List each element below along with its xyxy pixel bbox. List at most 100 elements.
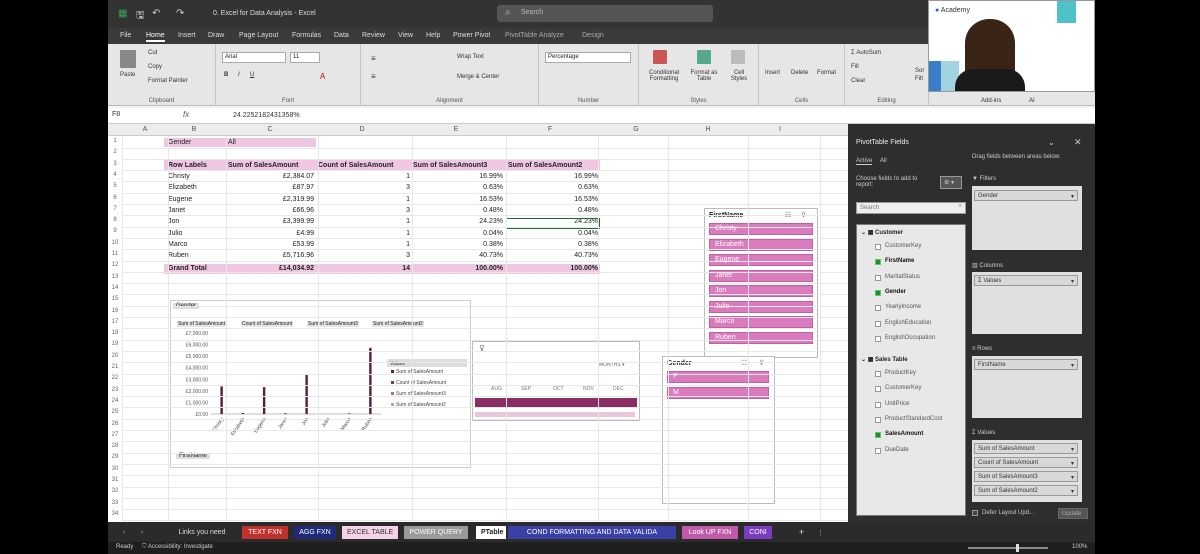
slicer-item[interactable]: Ruben bbox=[709, 331, 813, 344]
pivot-cell[interactable]: 0.63% bbox=[413, 184, 503, 191]
layout-gear-icon[interactable]: ⚙ ▾ bbox=[940, 176, 962, 189]
tab-home[interactable]: Home bbox=[146, 32, 165, 42]
redo-icon[interactable]: ↷ bbox=[176, 8, 184, 19]
field-name[interactable]: FirstName bbox=[885, 258, 914, 264]
row-header[interactable]: 25 bbox=[108, 409, 122, 415]
field-name[interactable]: CustomerKey bbox=[885, 243, 921, 249]
field-name[interactable]: ProductKey bbox=[885, 370, 916, 376]
row-header[interactable]: 6 bbox=[108, 195, 122, 201]
filters-field-gender[interactable]: Gender ▾ bbox=[974, 190, 1078, 201]
row-header[interactable]: 17 bbox=[108, 319, 122, 325]
column-header-b[interactable]: B bbox=[184, 126, 204, 133]
clear-button[interactable]: Clear bbox=[851, 78, 865, 84]
values-field[interactable]: Sum of SalesAmount2 ▾ bbox=[974, 485, 1078, 496]
row-header[interactable]: 8 bbox=[108, 217, 122, 223]
pivot-cell[interactable]: £87.97 bbox=[228, 184, 314, 191]
tab-pivottable-analyze[interactable]: PivotTable Analyze bbox=[505, 32, 564, 39]
pivot-row-label[interactable]: Eugene bbox=[168, 196, 192, 203]
pivot-cell[interactable]: £2,319.99 bbox=[228, 196, 314, 203]
tab-design[interactable]: Design bbox=[582, 32, 604, 39]
sheet-menu-icon[interactable]: ⋮ bbox=[812, 526, 829, 539]
field-name[interactable]: ProductStandardCost bbox=[885, 416, 942, 422]
font-color-icon[interactable]: A bbox=[320, 72, 325, 81]
tab-data[interactable]: Data bbox=[334, 32, 349, 39]
row-header[interactable]: 32 bbox=[108, 488, 122, 494]
pivot-cell[interactable]: 0.48% bbox=[508, 207, 598, 214]
italic-icon[interactable]: I bbox=[238, 72, 240, 78]
row-header[interactable]: 14 bbox=[108, 285, 122, 291]
zoom-level[interactable]: 100% bbox=[1072, 544, 1087, 550]
worksheet-grid[interactable]: 1 2 3 4 5 6 7 8 9 10 11 12 13 14 15 16 17 18 19 20 21 22 23 24 2… bbox=[108, 136, 848, 522]
field-search-input[interactable]: Search ⌕ bbox=[856, 202, 966, 214]
timeline-slicer[interactable]: ⊽ MONTHS ▾ AUG SEP OCT NOV DEC bbox=[472, 341, 640, 421]
row-header[interactable]: 7 bbox=[108, 206, 122, 212]
pivot-cell[interactable]: 1 bbox=[318, 230, 410, 237]
pivot-cell[interactable]: 1 bbox=[318, 241, 410, 248]
slicer-item[interactable]: Christy bbox=[709, 223, 813, 235]
field-checkbox[interactable] bbox=[875, 335, 881, 342]
field-checkbox[interactable] bbox=[875, 386, 881, 393]
pivot-cell[interactable]: 24.23% bbox=[413, 218, 503, 225]
row-header[interactable]: 30 bbox=[108, 466, 122, 472]
row-header[interactable]: 19 bbox=[108, 341, 122, 347]
underline-icon[interactable]: U bbox=[250, 72, 254, 78]
search-input[interactable]: ⌕ Search bbox=[497, 5, 713, 22]
add-sheet-icon[interactable]: + bbox=[794, 526, 809, 539]
autosum-button[interactable]: Σ AutoSum bbox=[851, 50, 881, 56]
field-checkbox[interactable] bbox=[875, 259, 881, 266]
rows-area[interactable]: FirstName ▾ bbox=[972, 356, 1082, 418]
pivot-cell[interactable]: £4.99 bbox=[228, 230, 314, 237]
pivot-header-row-labels[interactable]: Row Labels bbox=[168, 162, 207, 169]
row-header[interactable]: 16 bbox=[108, 308, 122, 314]
field-checkbox[interactable] bbox=[875, 305, 881, 312]
row-header[interactable]: 23 bbox=[108, 387, 122, 393]
pivot-cell[interactable]: £2,384.07 bbox=[228, 173, 314, 180]
pivot-cell[interactable]: £5,716.96 bbox=[228, 252, 314, 259]
sheet-tab[interactable]: PTable bbox=[476, 526, 506, 539]
field-name[interactable]: Gender bbox=[885, 289, 906, 295]
field-checkbox[interactable] bbox=[875, 244, 881, 250]
sheet-tab[interactable]: TEXT FXN bbox=[242, 526, 288, 539]
tab-view[interactable]: View bbox=[398, 32, 413, 39]
row-header[interactable]: 22 bbox=[108, 375, 122, 381]
conditional-formatting-button[interactable]: Conditional Formatting bbox=[645, 70, 683, 82]
column-header-c[interactable]: C bbox=[260, 126, 280, 133]
sheet-tab[interactable]: Links you need bbox=[170, 526, 234, 539]
fx-icon[interactable]: fx bbox=[183, 110, 189, 119]
field-checkbox[interactable] bbox=[875, 320, 881, 327]
sheet-tab[interactable]: POWER QUERY bbox=[404, 526, 468, 539]
pivot-cell[interactable]: 16.53% bbox=[508, 196, 598, 203]
copy-button[interactable]: Copy bbox=[148, 64, 162, 70]
pivot-cell[interactable]: 3 bbox=[318, 252, 410, 259]
pivot-row-label[interactable]: Elizabeth bbox=[168, 184, 197, 191]
field-name[interactable]: DueDate bbox=[885, 447, 909, 453]
column-header-g[interactable]: G bbox=[626, 126, 646, 133]
row-header[interactable]: 31 bbox=[108, 477, 122, 483]
row-header[interactable]: 20 bbox=[108, 353, 122, 359]
pivot-cell[interactable]: 1 bbox=[318, 196, 410, 203]
pivot-cell[interactable]: £3,399.99 bbox=[228, 218, 314, 225]
values-field[interactable]: Count of SalesAmount ▾ bbox=[974, 457, 1078, 468]
field-checkbox[interactable] bbox=[875, 401, 881, 408]
chart-axis-button[interactable]: FirstName bbox=[176, 453, 210, 459]
tab-draw[interactable]: Draw bbox=[208, 32, 224, 39]
align-left-icon[interactable]: ≡ bbox=[371, 72, 376, 81]
pivot-cell[interactable]: 1 bbox=[318, 218, 410, 225]
defer-layout-checkbox[interactable] bbox=[972, 510, 978, 516]
pivot-cell[interactable]: 1 bbox=[318, 173, 410, 180]
field-name[interactable]: SalesAmount bbox=[885, 431, 923, 437]
field-checkbox[interactable] bbox=[875, 274, 881, 281]
row-header[interactable]: 21 bbox=[108, 364, 122, 370]
pivot-row-label[interactable]: Ruben bbox=[168, 252, 189, 259]
pivot-cell[interactable]: 0.04% bbox=[508, 230, 598, 237]
sort-filter-button[interactable]: Sor bbox=[915, 68, 924, 74]
bold-icon[interactable]: B bbox=[224, 72, 228, 78]
find-select-button[interactable]: Filt bbox=[915, 76, 923, 82]
field-checkbox[interactable] bbox=[875, 432, 881, 439]
pivot-cell[interactable]: 3 bbox=[318, 184, 410, 191]
pivot-filter-value[interactable]: All bbox=[228, 139, 236, 146]
tab-formulas[interactable]: Formulas bbox=[292, 32, 321, 39]
column-header-f[interactable]: F bbox=[540, 126, 560, 133]
columns-field-values[interactable]: Σ Values ▾ bbox=[974, 275, 1078, 286]
tab-power-pivot[interactable]: Power Pivot bbox=[453, 32, 490, 39]
